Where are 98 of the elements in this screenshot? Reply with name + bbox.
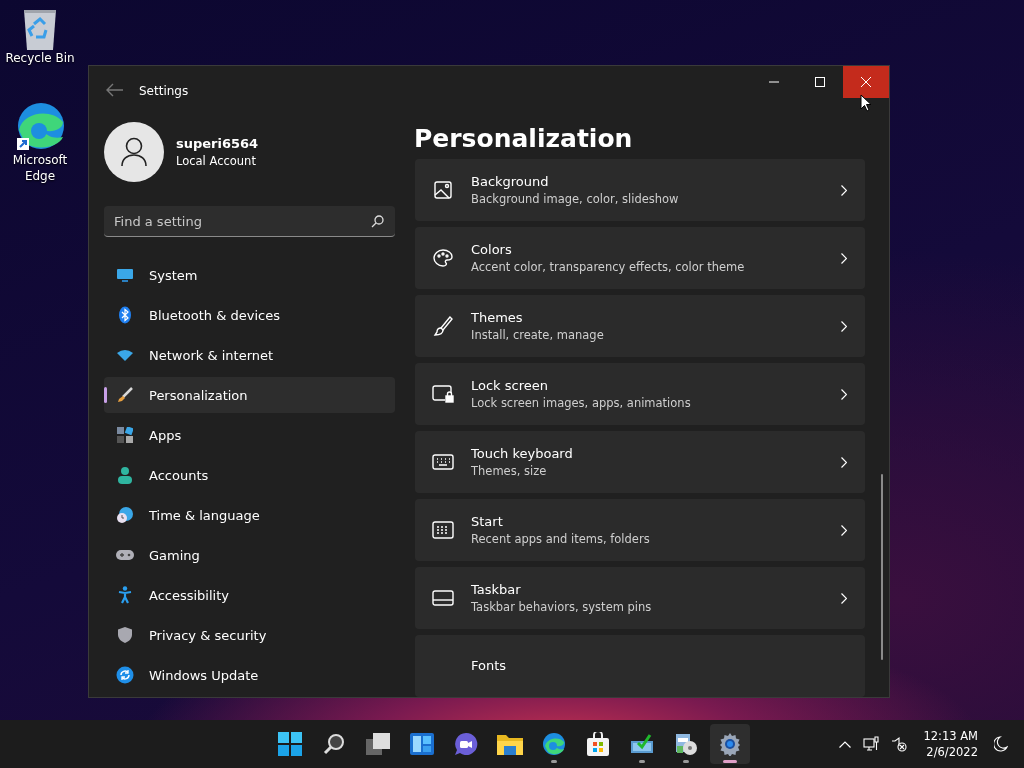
brush-icon bbox=[433, 315, 453, 337]
sidebar-item[interactable]: Gaming bbox=[104, 537, 395, 573]
chevron-right-icon bbox=[841, 320, 847, 332]
image-icon bbox=[433, 180, 453, 200]
lock-screen-icon bbox=[432, 385, 454, 403]
search-icon[interactable] bbox=[323, 733, 345, 755]
sidebar-item[interactable]: Apps bbox=[104, 417, 395, 453]
sidebar-item[interactable]: System bbox=[104, 257, 395, 293]
card-title: Touch keyboard bbox=[471, 445, 574, 463]
palette-icon bbox=[432, 248, 454, 268]
desktop-icon-label[interactable]: Recycle Bin bbox=[5, 50, 75, 66]
accessibility-icon bbox=[118, 586, 132, 604]
gear-icon[interactable] bbox=[718, 732, 742, 756]
search-field[interactable]: Find a setting bbox=[104, 206, 395, 237]
monitor-icon bbox=[116, 268, 134, 282]
apps-icon bbox=[117, 427, 133, 443]
chevron-up-icon[interactable] bbox=[839, 740, 852, 748]
maximize-icon bbox=[815, 77, 825, 87]
running-indicator bbox=[639, 760, 645, 763]
settings-card[interactable]: Taskbar Taskbar behaviors, system pins bbox=[415, 567, 865, 629]
settings-card[interactable]: Colors Accent color, transparency effects, color theme bbox=[415, 227, 865, 289]
card-title: Taskbar bbox=[471, 581, 522, 599]
search-icon bbox=[371, 215, 384, 228]
card-subtitle: Accent color, transparency effects, color theme bbox=[471, 259, 746, 275]
avatar[interactable] bbox=[104, 122, 164, 182]
sidebar-item[interactable]: Privacy & security bbox=[104, 617, 395, 653]
card-title: Lock screen bbox=[471, 377, 549, 395]
card-title: Colors bbox=[471, 241, 513, 259]
settings-card[interactable]: Touch keyboard Themes, size bbox=[415, 431, 865, 493]
browser-wave-icon[interactable] bbox=[15, 102, 65, 152]
card-subtitle: Taskbar behaviors, system pins bbox=[471, 599, 653, 615]
chevron-right-icon bbox=[841, 388, 847, 400]
clock-date[interactable]: 2/6/2022 bbox=[926, 744, 978, 760]
gamepad-icon bbox=[116, 549, 134, 561]
close-icon bbox=[861, 77, 871, 87]
settings-card[interactable]: Themes Install, create, manage bbox=[415, 295, 865, 357]
settings-card[interactable]: Start Recent apps and items, folders bbox=[415, 499, 865, 561]
browser-wave-icon[interactable] bbox=[542, 732, 566, 756]
account-type: Local Account bbox=[176, 153, 257, 169]
window-title: Settings bbox=[139, 83, 189, 99]
sync-icon bbox=[116, 666, 134, 684]
account-name: superi6564 bbox=[176, 135, 259, 153]
card-subtitle: Background image, color, slideshow bbox=[471, 191, 680, 207]
sidebar-item[interactable]: Personalization bbox=[104, 377, 395, 413]
chevron-right-icon bbox=[841, 184, 847, 196]
start-icon[interactable] bbox=[278, 732, 302, 756]
card-subtitle: Recent apps and items, folders bbox=[471, 531, 651, 547]
card-title: Fonts bbox=[471, 657, 508, 675]
bluetooth-icon bbox=[117, 306, 133, 324]
folder-icon[interactable] bbox=[497, 733, 523, 755]
monitor-checkmark-icon[interactable] bbox=[630, 733, 654, 755]
page-title: Personalization bbox=[414, 123, 634, 155]
scrollbar[interactable] bbox=[881, 474, 883, 660]
card-subtitle: Themes, size bbox=[471, 463, 548, 479]
task-view-icon[interactable] bbox=[366, 733, 390, 755]
person-silhouette-icon bbox=[121, 137, 147, 167]
card-title: Start bbox=[471, 513, 504, 531]
disc-box-icon[interactable] bbox=[674, 732, 698, 756]
chevron-right-icon bbox=[841, 456, 847, 468]
card-subtitle: Lock screen images, apps, animations bbox=[471, 395, 692, 411]
card-title: Themes bbox=[471, 309, 524, 327]
shield-icon bbox=[117, 626, 133, 644]
running-indicator bbox=[723, 760, 737, 763]
network-monitor-icon[interactable] bbox=[863, 736, 880, 752]
sidebar-item[interactable]: Bluetooth & devices bbox=[104, 297, 395, 333]
sidebar-item[interactable]: Accounts bbox=[104, 457, 395, 493]
moon-icon[interactable] bbox=[994, 736, 1008, 752]
chevron-right-icon bbox=[841, 592, 847, 604]
wifi-icon bbox=[116, 349, 134, 361]
person-icon bbox=[117, 466, 133, 484]
sidebar-item[interactable]: Network & internet bbox=[104, 337, 395, 373]
back-arrow-icon[interactable] bbox=[105, 82, 125, 98]
keyboard-icon bbox=[432, 454, 454, 470]
globe-clock-icon bbox=[116, 506, 134, 524]
taskbar-button[interactable] bbox=[710, 724, 750, 764]
widgets-icon[interactable] bbox=[410, 733, 434, 755]
running-indicator bbox=[551, 760, 557, 763]
desktop-icon-label[interactable]: Microsoft Edge bbox=[2, 152, 78, 184]
paintbrush-icon bbox=[116, 386, 134, 404]
card-subtitle: Install, create, manage bbox=[471, 327, 605, 343]
muted-speaker-icon[interactable] bbox=[891, 736, 908, 752]
chevron-right-icon bbox=[841, 252, 847, 264]
start-menu-icon bbox=[432, 521, 454, 539]
card-title: Background bbox=[471, 173, 550, 191]
taskbar-icon bbox=[432, 590, 454, 606]
settings-card[interactable]: Lock screen Lock screen images, apps, animations bbox=[415, 363, 865, 425]
mouse-pointer-icon bbox=[860, 94, 872, 112]
chevron-right-icon bbox=[841, 524, 847, 536]
clock-time[interactable]: 12:13 AM bbox=[923, 728, 978, 744]
chat-bubble-icon[interactable] bbox=[454, 732, 478, 756]
sidebar-item[interactable]: Accessibility bbox=[104, 577, 395, 613]
settings-card[interactable]: Fonts bbox=[415, 635, 865, 697]
store-bag-icon[interactable] bbox=[587, 732, 609, 756]
sidebar-item[interactable]: Windows Update bbox=[104, 657, 395, 693]
settings-card[interactable]: Background Background image, color, slideshow bbox=[415, 159, 865, 221]
sidebar-item[interactable]: Time & language bbox=[104, 497, 395, 533]
running-indicator bbox=[683, 760, 689, 763]
recycle-bin-icon[interactable] bbox=[22, 8, 58, 50]
